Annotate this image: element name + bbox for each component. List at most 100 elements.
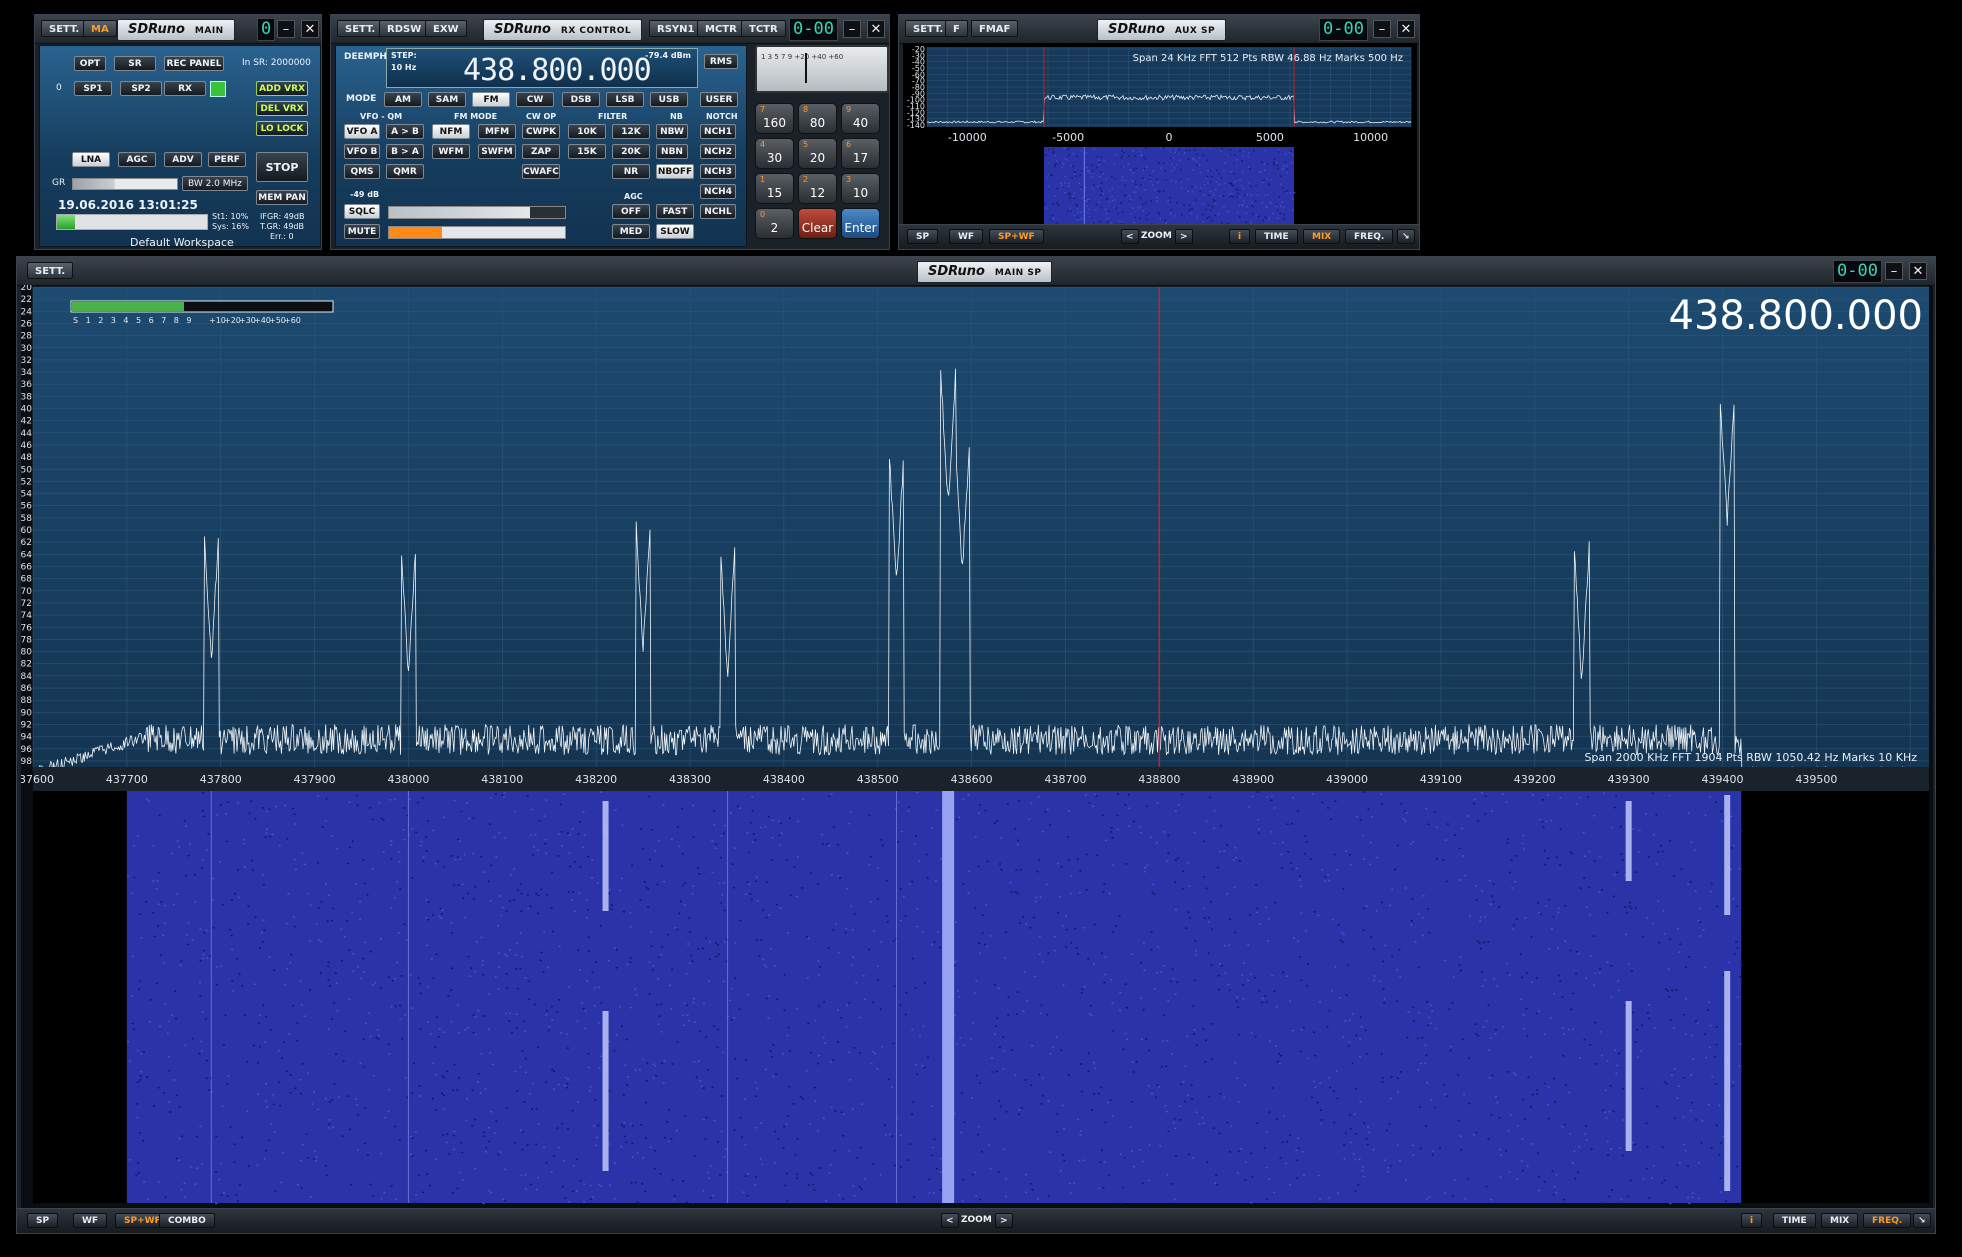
rec-panel-button[interactable]: REC PANEL	[164, 56, 224, 71]
mctr-button[interactable]: MCTR	[697, 20, 745, 37]
sr-button[interactable]: SR	[114, 56, 156, 71]
perf-button[interactable]: PERF	[208, 152, 246, 167]
close-icon[interactable]: ✕	[867, 20, 885, 38]
keypad-key-3[interactable]: 3 10	[841, 173, 880, 204]
aux-spwf-button[interactable]: SP+WF	[989, 229, 1044, 244]
keypad-key-6[interactable]: 6 17	[841, 138, 880, 169]
add-vrx-button[interactable]: ADD VRX	[256, 81, 308, 96]
nbn-button[interactable]: NBN	[656, 144, 688, 159]
nr-button[interactable]: NR	[612, 164, 650, 179]
nch2-button[interactable]: NCH2	[700, 144, 736, 159]
swfm-button[interactable]: SWFM	[478, 144, 516, 159]
frequency-display[interactable]: STEP: 10 Hz 438.800.000 -79.4 dBm	[386, 48, 698, 88]
sp-combo-button[interactable]: COMBO	[159, 1213, 215, 1228]
close-icon[interactable]: ✕	[301, 20, 319, 38]
filter-20k-button[interactable]: 20K	[612, 144, 650, 159]
b-to-a-button[interactable]: B > A	[386, 144, 424, 159]
keypad-key-9[interactable]: 9 40	[841, 103, 880, 134]
sqlc-button[interactable]: SQLC	[344, 204, 380, 219]
nch3-button[interactable]: NCH3	[700, 164, 736, 179]
rx-sett-button[interactable]: SETT.	[337, 20, 384, 37]
minimize-icon[interactable]: –	[1373, 20, 1391, 38]
keypad-key-4[interactable]: 4 30	[755, 138, 794, 169]
sp-sett-button[interactable]: SETT.	[27, 262, 74, 279]
nch1-button[interactable]: NCH1	[700, 124, 736, 139]
main-spectrum-plot[interactable]: -20-22-24-26-28-30-32-34-36-38-40-42-44-…	[21, 285, 1933, 1209]
sp2-button[interactable]: SP2	[120, 81, 162, 96]
keypad-key-1[interactable]: 1 15	[755, 173, 794, 204]
filter-12k-button[interactable]: 12K	[612, 124, 650, 139]
qmr-button[interactable]: QMR	[386, 164, 424, 179]
stop-button[interactable]: STOP	[256, 152, 308, 182]
lo-lock-button[interactable]: LO LOCK	[256, 121, 308, 136]
aux-f-button[interactable]: F	[945, 20, 968, 37]
sp-mix-button[interactable]: MIX	[1821, 1213, 1859, 1228]
rdsw-button[interactable]: RDSW	[379, 20, 430, 37]
mode-am[interactable]: AM	[384, 92, 422, 107]
agc-med-button[interactable]: MED	[612, 224, 650, 239]
filter-15k-button[interactable]: 15K	[568, 144, 606, 159]
agc-fast-button[interactable]: FAST	[656, 204, 694, 219]
aux-zoom-out-button[interactable]: <	[1121, 229, 1139, 244]
aux-freq-button[interactable]: FREQ.	[1345, 229, 1394, 244]
close-icon[interactable]: ✕	[1909, 262, 1927, 280]
resize-icon[interactable]: ↘	[1913, 1213, 1931, 1228]
sp-zoom-out-button[interactable]: <	[941, 1213, 959, 1228]
del-vrx-button[interactable]: DEL VRX	[256, 101, 308, 116]
cwpk-button[interactable]: CWPK	[522, 124, 560, 139]
keypad-key-clear[interactable]: Clear	[798, 208, 837, 239]
nchl-button[interactable]: NCHL	[700, 204, 736, 219]
agc-slow-button[interactable]: SLOW	[656, 224, 694, 239]
aux-wf-button[interactable]: WF	[949, 229, 984, 244]
mute-button[interactable]: MUTE	[344, 224, 380, 239]
keypad-key-2[interactable]: 2 12	[798, 173, 837, 204]
mfm-button[interactable]: MFM	[478, 124, 516, 139]
mode-user[interactable]: USER	[700, 92, 738, 107]
opt-button[interactable]: OPT	[74, 56, 106, 71]
keypad-key-5[interactable]: 5 20	[798, 138, 837, 169]
sp-sp-button[interactable]: SP	[27, 1213, 59, 1228]
bandwidth-selector[interactable]: BW 2.0 MHz	[182, 176, 248, 191]
keypad-key-0[interactable]: 02	[755, 208, 794, 239]
mode-lsb[interactable]: LSB	[606, 92, 644, 107]
filter-10k-button[interactable]: 10K	[568, 124, 606, 139]
wfm-button[interactable]: WFM	[432, 144, 470, 159]
nbw-button[interactable]: NBW	[656, 124, 688, 139]
aux-zoom-in-button[interactable]: >	[1175, 229, 1193, 244]
keypad-key-enter[interactable]: Enter	[841, 208, 880, 239]
minimize-icon[interactable]: –	[1885, 262, 1903, 280]
nfm-button[interactable]: NFM	[432, 124, 470, 139]
mode-cw[interactable]: CW	[516, 92, 554, 107]
nch4-button[interactable]: NCH4	[700, 184, 736, 199]
sp-zoom-in-button[interactable]: >	[995, 1213, 1013, 1228]
a-to-b-button[interactable]: A > B	[386, 124, 424, 139]
mode-sam[interactable]: SAM	[428, 92, 466, 107]
tctr-button[interactable]: TCTR	[741, 20, 786, 37]
rsyn1-button[interactable]: RSYN1	[649, 20, 703, 37]
vfo-b-button[interactable]: VFO B	[344, 144, 380, 159]
rx-button[interactable]: RX	[164, 81, 206, 96]
main-ma-button[interactable]: MA	[83, 20, 117, 37]
lna-button[interactable]: LNA	[72, 152, 110, 167]
minimize-icon[interactable]: –	[277, 20, 295, 38]
aux-sp-button[interactable]: SP	[907, 229, 939, 244]
zap-button[interactable]: ZAP	[522, 144, 560, 159]
resize-icon[interactable]: ↘	[1397, 229, 1415, 244]
aux-spectrum-plot[interactable]: -20-30-40-50-60-70-80-90-100-110-120-130…	[903, 43, 1417, 225]
fmaf-button[interactable]: FMAF	[971, 20, 1019, 37]
cwafc-button[interactable]: CWAFC	[522, 164, 560, 179]
keypad-key-7[interactable]: 7 160	[755, 103, 794, 134]
volume-slider[interactable]	[388, 226, 566, 239]
exw-button[interactable]: EXW	[425, 20, 467, 37]
rms-button[interactable]: RMS	[704, 54, 738, 69]
aux-mix-button[interactable]: MIX	[1303, 229, 1341, 244]
main-sett-button[interactable]: SETT.	[41, 20, 88, 37]
squelch-slider[interactable]	[388, 206, 566, 219]
keypad-key-8[interactable]: 8 80	[798, 103, 837, 134]
gain-reduction-slider[interactable]	[72, 178, 178, 190]
aux-info-button[interactable]: i	[1229, 229, 1251, 244]
vfo-a-button[interactable]: VFO A	[344, 124, 380, 139]
mode-usb[interactable]: USB	[650, 92, 688, 107]
sp-info-button[interactable]: i	[1741, 1213, 1763, 1228]
mode-fm[interactable]: FM	[472, 92, 510, 107]
